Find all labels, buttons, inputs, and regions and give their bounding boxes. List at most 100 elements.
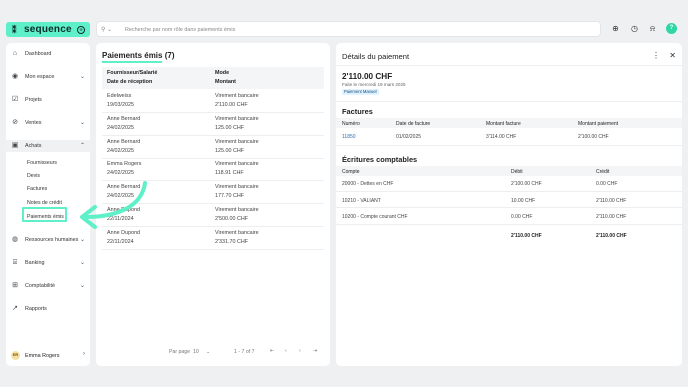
table-row[interactable] <box>102 112 324 113</box>
invoice-date: 01/02/2025 <box>396 134 422 140</box>
detail-title: Détails du paiement <box>342 52 410 61</box>
sidebar-item-achats[interactable]: ▣ Achats ⌃ <box>6 140 90 152</box>
highlight-box <box>22 207 67 222</box>
debit-value: 10.00 CHF <box>511 197 536 204</box>
table-row[interactable] <box>102 226 324 227</box>
row-date: 24/02/2025 <box>107 193 134 200</box>
table-row[interactable] <box>102 248 324 250</box>
col-header-date[interactable]: Date de réception <box>107 79 152 85</box>
clock-icon[interactable]: ◷ <box>629 23 640 34</box>
table-row[interactable] <box>102 157 324 159</box>
divider <box>336 101 682 102</box>
row-mode: Virement bancaire <box>215 161 259 168</box>
account-name: 20000 - Dettes en CHF <box>342 181 394 187</box>
th-date-facture: Date de facture <box>396 121 431 127</box>
row-supplier: Emma Rogers <box>107 161 142 168</box>
divider <box>336 65 682 66</box>
ecritures-title: Écritures comptables <box>342 155 418 164</box>
submenu-notes-credit[interactable]: Notes de crédit <box>27 200 62 206</box>
sidebar-item-mon-espace[interactable]: ◉ Mon espace ⌄ <box>6 71 90 83</box>
sidebar-item-ventes[interactable]: ⊘ Ventes ⌄ <box>6 117 90 129</box>
user-name: Emma Rogers <box>25 352 60 359</box>
more-options-icon[interactable]: ⋮ <box>652 51 660 60</box>
sidebar-item-dashboard[interactable]: ⌂ Dashboard <box>6 48 90 60</box>
th-debit: Débit <box>511 169 523 175</box>
account-name: 10210 - VALIANT <box>342 197 381 204</box>
add-icon[interactable]: ⊕ <box>610 23 621 34</box>
th-compte: Compte <box>342 169 360 175</box>
total-debit: 2'110.00 CHF <box>511 233 542 239</box>
sidebar-item-label: Ressources humaines <box>25 237 79 243</box>
invoice-link[interactable]: 11850 <box>342 134 356 140</box>
submenu-factures[interactable]: Factures <box>27 186 47 192</box>
sidebar-item-label: Ventes <box>25 120 42 126</box>
chevron-down-icon: ⌄ <box>79 283 85 289</box>
chevron-right-icon: › <box>83 351 85 357</box>
row-date: 24/02/2025 <box>107 170 134 177</box>
search-input[interactable]: ⚲ ⌄ Recherche par nom rôle dans paiement… <box>96 21 601 37</box>
sidebar-item-label: Projets <box>25 97 42 103</box>
col-header-supplier[interactable]: Fournisseur/Salarié <box>107 70 157 76</box>
sidebar-item-rapports[interactable]: ↗ Rapports <box>6 303 90 315</box>
submenu-devis[interactable]: Devis <box>27 173 40 179</box>
col-header-mode[interactable]: Mode <box>215 70 229 76</box>
first-page-icon[interactable]: ⇤ <box>270 348 274 354</box>
bell-icon[interactable]: ⍾ <box>647 23 658 34</box>
pager-range: 1 - 7 of 7 <box>234 349 255 355</box>
total-credit: 2'110.00 CHF <box>596 233 627 239</box>
table-row[interactable] <box>102 134 324 136</box>
next-page-icon[interactable]: › <box>299 348 301 354</box>
status-badge: Paiement Manuel <box>342 89 379 95</box>
th-montant-facture: Montant facture <box>486 121 521 127</box>
col-header-amount[interactable]: Montant <box>215 79 236 85</box>
bag-icon: ▣ <box>11 142 19 149</box>
sidebar-item-comptabilite[interactable]: ⊞ Comptabilité ⌄ <box>6 280 90 292</box>
row-amount: 2'500.00 CHF <box>215 216 249 222</box>
account-name: 10200 - Compte courant CHF <box>342 214 408 220</box>
per-page-select[interactable]: 10 ⌄ <box>193 349 210 355</box>
row-supplier: Anne Dupond <box>107 229 140 236</box>
home-icon: ⌂ <box>12 50 18 57</box>
last-page-icon[interactable]: ⇥ <box>313 348 317 354</box>
sidebar-item-label: Dashboard <box>25 51 52 57</box>
table-row[interactable] <box>102 203 324 205</box>
invoice-payment: 2'100.00 CHF <box>578 134 609 140</box>
avatar: ER <box>11 351 20 360</box>
user-avatar[interactable]: ? <box>666 23 677 34</box>
sidebar-item-ressources-humaines[interactable]: ◍ Ressources humaines ⌄ <box>6 234 90 246</box>
logo-circle-icon[interactable]: ⊕ <box>77 25 85 34</box>
payment-date: Faite le mercredi 19 mars 2025 <box>342 82 406 87</box>
logo-mark-icon: ⁑ <box>12 25 17 35</box>
th-montant-paiement: Montant paiement <box>578 121 619 127</box>
row-amount: 177.70 CHF <box>215 193 245 200</box>
row-mode: Virement bancaire <box>215 138 259 145</box>
credit-value: 2'110.00 CHF <box>596 197 627 204</box>
sidebar-user[interactable]: ER Emma Rogers › <box>6 349 90 361</box>
row-date: 24/02/2025 <box>107 124 134 131</box>
submenu-fournisseurs[interactable]: Fournisseurs <box>27 160 57 166</box>
row-amount: 2'331.70 CHF <box>215 238 249 245</box>
sidebar-item-banking[interactable]: ⌸ Banking ⌄ <box>6 257 90 269</box>
sidebar-item-projets[interactable]: ☑ Projets <box>6 94 90 106</box>
chevron-down-icon: ⌄ <box>79 74 85 80</box>
divider <box>336 190 682 192</box>
prev-page-icon[interactable]: ‹ <box>285 348 287 354</box>
row-mode: Virement bancaire <box>215 229 259 236</box>
credit-value: 0.00 CHF <box>596 181 618 187</box>
row-amount: 125.00 CHF <box>215 124 245 131</box>
app-logo[interactable]: ⁑ sequence ⊕ <box>6 22 90 37</box>
row-mode: Virement bancaire <box>215 184 259 191</box>
th-numero: Numéro <box>342 121 360 127</box>
payment-amount: 2'110.00 CHF <box>342 72 393 81</box>
close-icon[interactable]: ✕ <box>669 51 676 60</box>
per-page-label: Par page <box>169 349 191 355</box>
invoice-amount: 3'114.00 CHF <box>486 134 517 140</box>
check-square-icon: ☑ <box>11 96 19 103</box>
table-row[interactable] <box>102 180 324 182</box>
row-supplier: Anne Bernard <box>107 184 141 191</box>
title-underline <box>102 61 162 63</box>
row-date: 24/02/2025 <box>107 147 134 154</box>
chevron-down-icon: ⌄ <box>79 120 85 126</box>
row-supplier: Anne Bernard <box>107 115 141 122</box>
chevron-up-icon: ⌃ <box>79 143 85 149</box>
